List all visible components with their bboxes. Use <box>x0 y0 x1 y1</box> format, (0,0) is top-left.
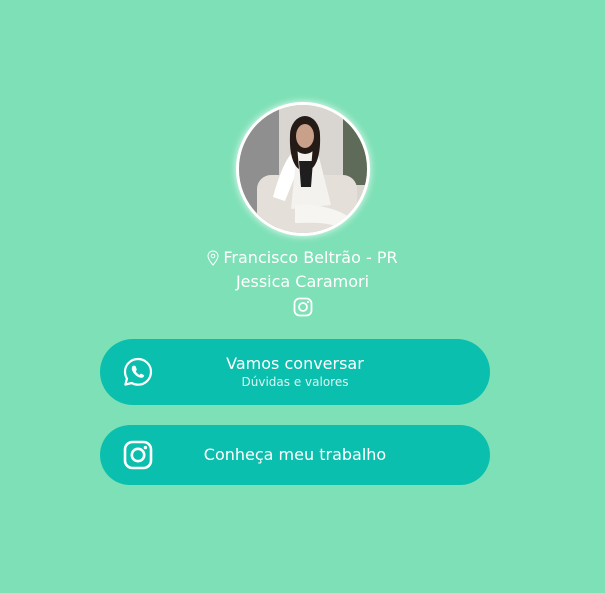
map-pin-icon <box>207 250 219 266</box>
portfolio-button-text: Conheça meu trabalho <box>100 445 490 465</box>
portfolio-button[interactable]: Conheça meu trabalho <box>100 425 490 485</box>
avatar <box>235 102 370 236</box>
profile-header: Francisco Beltrão - PR Jessica Caramori <box>0 102 605 317</box>
profile-name: Jessica Caramori <box>235 272 370 291</box>
location: Francisco Beltrão - PR <box>207 248 398 268</box>
avatar-photo <box>238 105 367 233</box>
whatsapp-button-subtitle: Dúvidas e valores <box>241 375 349 389</box>
whatsapp-button[interactable]: Vamos conversar Dúvidas e valores <box>100 339 490 405</box>
instagram-icon[interactable] <box>293 297 313 317</box>
whatsapp-button-text: Vamos conversar Dúvidas e valores <box>100 354 490 390</box>
portfolio-button-title: Conheça meu trabalho <box>203 445 387 464</box>
location-text: Francisco Beltrão - PR <box>223 248 398 267</box>
whatsapp-button-title: Vamos conversar <box>226 354 364 373</box>
